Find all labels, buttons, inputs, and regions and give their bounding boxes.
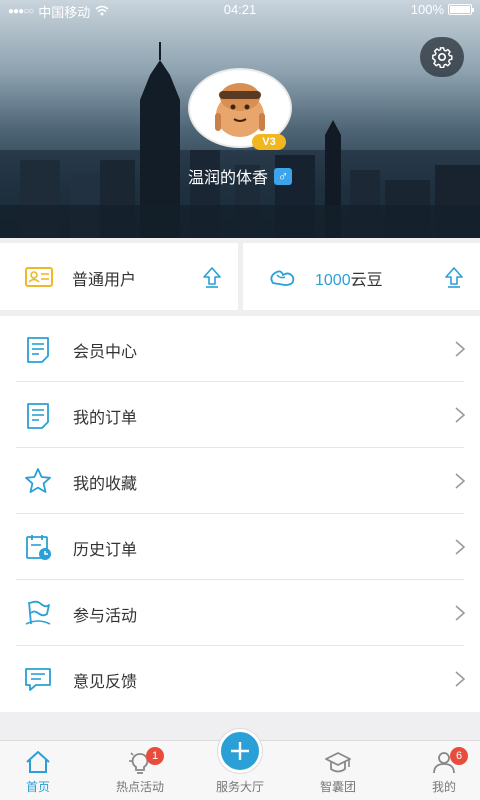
tab-home[interactable]: 首页 (0, 741, 86, 800)
graduation-cap-icon (325, 752, 351, 773)
activity-icon (25, 600, 51, 625)
account-summary: 普通用户 1000云豆 (0, 243, 480, 310)
gear-icon (432, 47, 453, 68)
avatar[interactable]: V3 (188, 68, 292, 150)
menu-item-label: 历史订单 (73, 542, 138, 559)
chevron-right-icon (455, 341, 466, 357)
menu-item-label: 意见反馈 (73, 674, 138, 691)
cloud-bean-icon (270, 270, 295, 286)
beans-unit: 云豆 (350, 272, 383, 289)
upgrade-arrow-icon[interactable] (202, 265, 222, 289)
gender-male-icon: ♂ (274, 167, 292, 185)
chevron-right-icon (455, 539, 466, 555)
chevron-right-icon (455, 671, 466, 687)
tab-label: 服务大厅 (215, 780, 264, 794)
menu-list: 会员中心 我的订单 我的收藏 历史订单 参与活动 意见反馈 (0, 316, 480, 712)
menu-item-activities[interactable]: 参与活动 (0, 580, 480, 646)
status-bar: ●●●○○ 中国移动 04:21 100% (0, 0, 480, 20)
menu-item-my-orders[interactable]: 我的订单 (0, 382, 480, 448)
battery-icon (448, 4, 474, 15)
battery-percent: 100% (410, 2, 444, 17)
cartoon-avatar-icon (215, 83, 265, 137)
tab-think-tank[interactable]: 智囊团 (290, 741, 386, 800)
history-icon (26, 535, 51, 560)
user-type-label: 普通用户 (72, 272, 137, 289)
tab-label: 热点活动 (115, 780, 164, 794)
menu-item-history-orders[interactable]: 历史订单 (0, 514, 480, 580)
notification-badge: 6 (450, 747, 468, 765)
settings-button[interactable] (420, 37, 464, 77)
tab-hot-activities[interactable]: 1 热点活动 (92, 741, 188, 800)
order-icon (27, 403, 49, 429)
beans-amount: 1000 (315, 272, 351, 289)
nickname: 温润的体香 (187, 170, 268, 187)
menu-item-label: 会员中心 (73, 344, 138, 361)
chevron-right-icon (455, 473, 466, 489)
home-icon (26, 751, 50, 773)
beans-card[interactable]: 1000云豆 (243, 243, 480, 310)
profile-header: ●●●○○ 中国移动 04:21 100% V3 温润的体香 ♂ (0, 0, 480, 238)
feedback-icon (25, 668, 51, 691)
tab-label: 智囊团 (319, 780, 356, 794)
level-badge: V3 (252, 134, 286, 150)
star-icon (25, 468, 51, 493)
menu-item-favorites[interactable]: 我的收藏 (0, 448, 480, 514)
user-type-card[interactable]: 普通用户 (0, 243, 238, 310)
menu-item-feedback[interactable]: 意见反馈 (0, 646, 480, 712)
status-time: 04:21 (223, 2, 257, 17)
plus-icon (231, 742, 249, 760)
menu-item-member-center[interactable]: 会员中心 (0, 316, 480, 382)
menu-item-label: 我的订单 (73, 410, 138, 427)
service-hall-plus-button[interactable] (218, 729, 262, 773)
member-id-icon (25, 267, 53, 287)
upgrade-arrow-icon[interactable] (444, 265, 464, 289)
chevron-right-icon (455, 605, 466, 621)
chevron-right-icon (455, 407, 466, 423)
menu-item-label: 我的收藏 (73, 476, 138, 493)
tab-label: 我的 (431, 780, 456, 794)
member-card-icon (27, 337, 49, 363)
beans-label: 1000云豆 (315, 266, 383, 290)
tab-label: 首页 (25, 780, 50, 794)
tab-mine[interactable]: 6 我的 (396, 741, 480, 800)
nickname-row: 温润的体香 ♂ (0, 164, 480, 188)
notification-badge: 1 (146, 747, 164, 765)
menu-item-label: 参与活动 (73, 608, 138, 625)
